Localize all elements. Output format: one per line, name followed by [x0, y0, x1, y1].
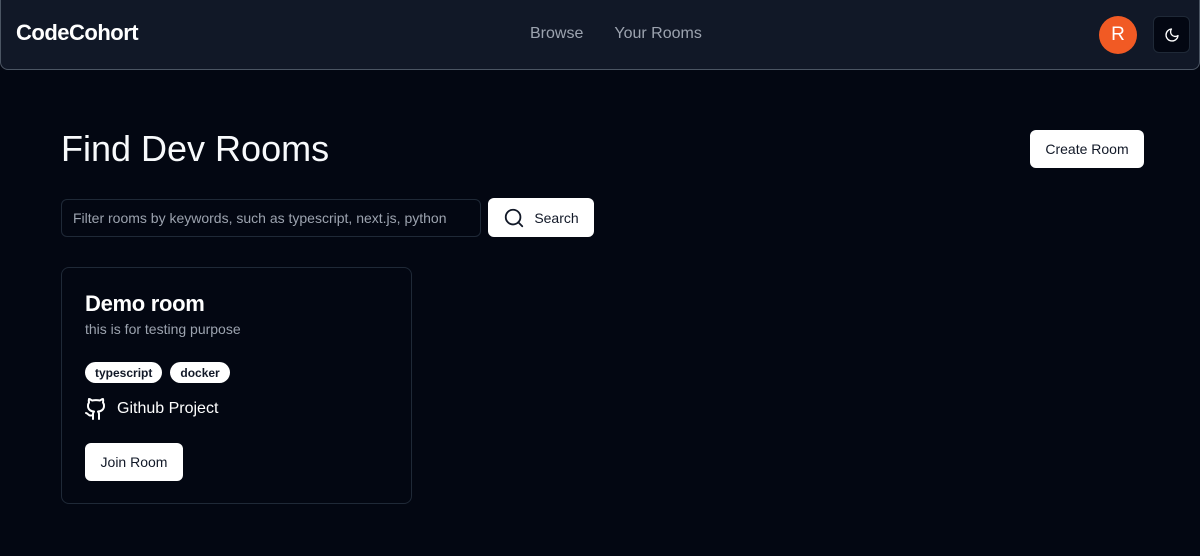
github-project-label: Github Project [117, 400, 219, 417]
search-icon [505, 208, 524, 227]
moon-icon [1164, 27, 1179, 42]
github-icon [85, 398, 106, 420]
room-tags: typescript docker [85, 362, 230, 383]
room-card: Demo room this is for testing purpose ty… [61, 267, 412, 504]
room-name: Demo room [85, 291, 205, 316]
search-input[interactable] [61, 199, 481, 237]
join-room-button[interactable]: Join Room [85, 443, 183, 481]
github-project-link[interactable]: Github Project [84, 397, 218, 421]
search-button-label: Search [534, 209, 579, 226]
theme-toggle-button[interactable] [1153, 16, 1190, 53]
tag-docker[interactable]: docker [170, 362, 230, 383]
nav-link-browse[interactable]: Browse [530, 25, 583, 43]
create-room-button[interactable]: Create Room [1030, 130, 1144, 168]
page-title: Find Dev Rooms [61, 128, 330, 169]
nav-link-your-rooms[interactable]: Your Rooms [614, 25, 701, 43]
search-button[interactable]: Search [488, 198, 594, 237]
tag-typescript[interactable]: typescript [85, 362, 163, 383]
navbar: CodeCohort Browse Your Rooms R [0, 0, 1200, 70]
nav-links: Browse Your Rooms [530, 25, 702, 43]
room-description: this is for testing purpose [85, 321, 241, 337]
brand-logo[interactable]: CodeCohort [16, 20, 139, 46]
avatar[interactable]: R [1099, 16, 1137, 54]
